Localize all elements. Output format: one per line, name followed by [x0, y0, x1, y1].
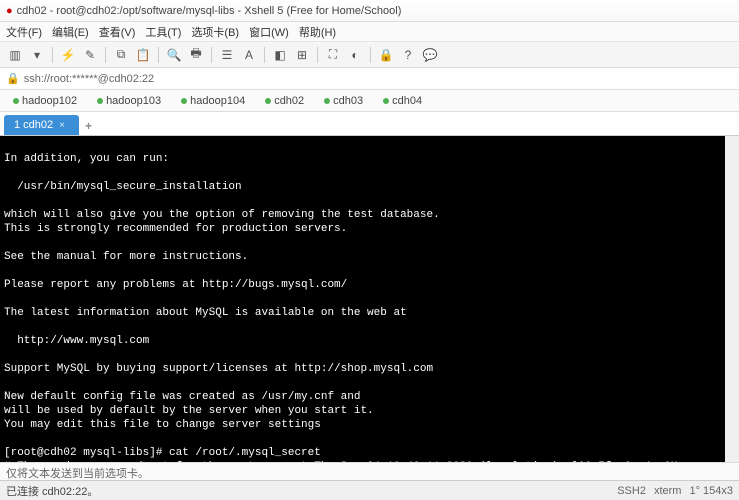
terminal-line: You may edit this file to change server … [4, 419, 321, 431]
layout-icon[interactable]: ⊞ [293, 46, 311, 64]
separator [211, 47, 212, 63]
terminal-line: /usr/bin/mysql_secure_installation [4, 181, 242, 193]
fullscreen-icon[interactable]: ⛶ [324, 46, 342, 64]
terminal-line: [root@cdh02 mysql-libs]# cat /root/.mysq… [4, 447, 321, 459]
terminal-line: will be used by default by the server wh… [4, 405, 374, 417]
session-tab[interactable]: hadoop102 [4, 92, 86, 110]
lock-icon[interactable]: 🔒 [377, 46, 395, 64]
separator [105, 47, 106, 63]
status-dot-icon [181, 98, 187, 104]
status-dot-icon [324, 98, 330, 104]
paste-icon[interactable]: 📋 [134, 46, 152, 64]
session-label: cdh02 [274, 95, 304, 107]
session-tab[interactable]: hadoop104 [172, 92, 254, 110]
separator [317, 47, 318, 63]
terminal-line: This is strongly recommended for product… [4, 223, 347, 235]
status-dot-icon [265, 98, 271, 104]
copy-icon[interactable]: ⧉ [112, 46, 130, 64]
session-tab[interactable]: cdh02 [256, 92, 313, 110]
app-icon: ● [6, 5, 13, 17]
tab-label: 1 cdh02 [14, 119, 53, 131]
session-label: hadoop103 [106, 95, 161, 107]
terminal-line: The latest information about MySQL is av… [4, 307, 407, 319]
separator [158, 47, 159, 63]
find-icon[interactable]: 🔍 [165, 46, 183, 64]
terminal-line: # The random password set for the root u… [4, 461, 677, 462]
terminal-line: http://www.mysql.com [4, 335, 149, 347]
disconnect-icon[interactable]: ✎ [81, 46, 99, 64]
separator [264, 47, 265, 63]
status-dot-icon [13, 98, 19, 104]
session-tab[interactable]: cdh04 [374, 92, 431, 110]
chat-icon[interactable]: 💬 [421, 46, 439, 64]
status-size: 1° 154x3 [689, 485, 733, 497]
separator [52, 47, 53, 63]
inner-tab-bar: 1 cdh02 × + [0, 112, 739, 136]
lock-icon: 🔒 [6, 72, 20, 85]
session-label: cdh04 [392, 95, 422, 107]
hint-text: 仅将文本发送到当前选项卡。 [6, 468, 149, 480]
terminal[interactable]: In addition, you can run: /usr/bin/mysql… [0, 136, 739, 462]
scrollbar[interactable] [725, 136, 739, 462]
help-icon[interactable]: ? [399, 46, 417, 64]
status-enc: xterm [654, 485, 682, 497]
terminal-line: Please report any problems at http://bug… [4, 279, 347, 291]
terminal-line: In addition, you can run: [4, 153, 169, 165]
font-icon[interactable]: A [240, 46, 258, 64]
session-tab[interactable]: cdh03 [315, 92, 372, 110]
terminal-line: See the manual for more instructions. [4, 251, 248, 263]
menu-file[interactable]: 文件(F) [6, 24, 42, 40]
session-label: cdh03 [333, 95, 363, 107]
new-session-icon[interactable]: ▥ [6, 46, 24, 64]
session-tab[interactable]: hadoop103 [88, 92, 170, 110]
session-label: hadoop102 [22, 95, 77, 107]
status-dot-icon [383, 98, 389, 104]
menu-bar: 文件(F) 编辑(E) 查看(V) 工具(T) 选项卡(B) 窗口(W) 帮助(… [0, 22, 739, 42]
properties-icon[interactable]: ☰ [218, 46, 236, 64]
terminal-line: New default config file was created as /… [4, 391, 360, 403]
add-tab-button[interactable]: + [79, 117, 98, 135]
status-ssh: SSH2 [617, 485, 646, 497]
terminal-line: which will also give you the option of r… [4, 209, 440, 221]
color-icon[interactable]: ◧ [271, 46, 289, 64]
status-left: 已连接 cdh02:22。 [6, 483, 98, 499]
title-bar: ● cdh02 - root@cdh02:/opt/software/mysql… [0, 0, 739, 22]
menu-tools[interactable]: 工具(T) [145, 24, 181, 40]
terminal-line: Support MySQL by buying support/licenses… [4, 363, 433, 375]
close-icon[interactable]: × [59, 120, 65, 131]
menu-tabs[interactable]: 选项卡(B) [191, 24, 239, 40]
reconnect-icon[interactable]: ⚡ [59, 46, 77, 64]
menu-help[interactable]: 帮助(H) [299, 24, 336, 40]
print-icon[interactable]: 🖶 [187, 46, 205, 64]
window-title: cdh02 - root@cdh02:/opt/software/mysql-l… [17, 5, 402, 17]
address-bar: 🔒 ssh://root:******@cdh02:22 [0, 68, 739, 90]
status-dot-icon [97, 98, 103, 104]
separator [370, 47, 371, 63]
scrollbar-thumb[interactable] [727, 315, 739, 445]
menu-view[interactable]: 查看(V) [99, 24, 136, 40]
hint-bar: 仅将文本发送到当前选项卡。 [0, 462, 739, 480]
address-text[interactable]: ssh://root:******@cdh02:22 [24, 73, 154, 85]
menu-edit[interactable]: 编辑(E) [52, 24, 89, 40]
menu-window[interactable]: 窗口(W) [249, 24, 289, 40]
session-label: hadoop104 [190, 95, 245, 107]
transparency-icon[interactable]: ◐ [346, 46, 364, 64]
toolbar: ▥ ▾ ⚡ ✎ ⧉ 📋 🔍 🖶 ☰ A ◧ ⊞ ⛶ ◐ 🔒 ? 💬 [0, 42, 739, 68]
active-tab[interactable]: 1 cdh02 × [4, 115, 79, 135]
session-tabs: hadoop102 hadoop103 hadoop104 cdh02 cdh0… [0, 90, 739, 112]
open-icon[interactable]: ▾ [28, 46, 46, 64]
status-bar: 已连接 cdh02:22。 SSH2 xterm 1° 154x3 [0, 480, 739, 500]
